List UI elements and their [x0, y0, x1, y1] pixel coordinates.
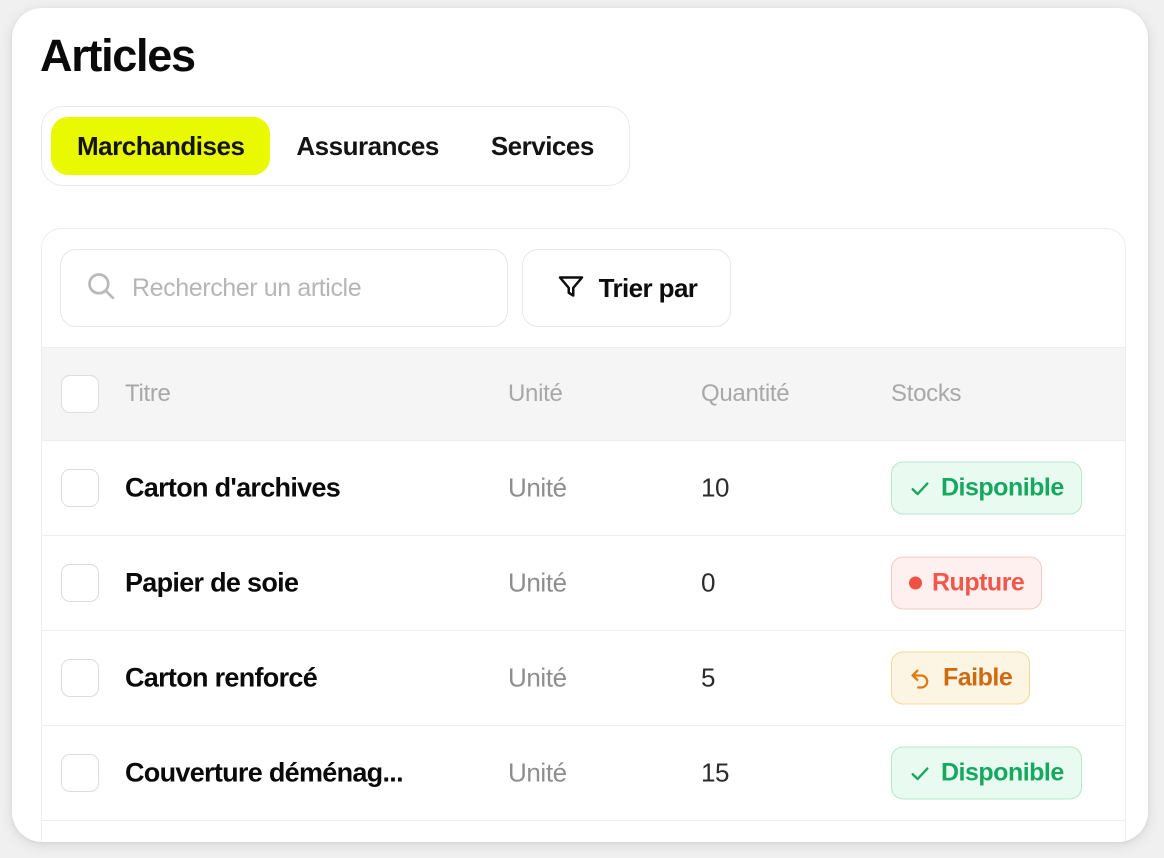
search-icon — [84, 269, 118, 308]
status-badge-label: Faible — [943, 663, 1013, 692]
tab-assurances[interactable]: Assurances — [270, 117, 464, 175]
tab-bar: Marchandises Assurances Services — [41, 106, 630, 186]
row-checkbox[interactable] — [61, 659, 99, 697]
row-status-cell: Faible — [891, 651, 1031, 705]
column-header-stocks: Stocks — [891, 380, 962, 407]
table-row[interactable]: Papier de soie Unité 0 Rupture — [42, 536, 1125, 631]
table-body: Carton d'archives Unité 10 Disponible Papier… — [42, 441, 1125, 821]
row-status-cell: Rupture — [891, 556, 1043, 610]
tab-marchandises[interactable]: Marchandises — [51, 117, 271, 175]
table-row[interactable]: Carton d'archives Unité 10 Disponible — [42, 441, 1125, 536]
status-badge-label: Rupture — [932, 568, 1025, 597]
row-title: Papier de soie — [125, 567, 299, 598]
checkbox-box[interactable] — [61, 754, 99, 792]
status-badge: Disponible — [891, 461, 1082, 515]
page-background: Articles Marchandises Assurances Services — [0, 0, 1164, 858]
search-box[interactable] — [60, 249, 508, 327]
table-row[interactable]: Couverture déménag... Unité 15 Disponible — [42, 726, 1125, 821]
row-checkbox[interactable] — [61, 564, 99, 602]
row-quantity: 15 — [701, 757, 730, 788]
check-icon — [909, 762, 931, 784]
status-badge-label: Disponible — [941, 758, 1064, 787]
sort-by-button[interactable]: Trier par — [522, 249, 731, 327]
row-quantity: 0 — [701, 567, 716, 598]
row-unit: Unité — [508, 567, 567, 598]
row-quantity: 5 — [701, 662, 716, 693]
articles-card: Articles Marchandises Assurances Services — [12, 8, 1148, 842]
column-header-titre: Titre — [125, 380, 171, 407]
row-quantity: 10 — [701, 472, 730, 503]
status-badge: Disponible — [891, 746, 1082, 800]
dot-icon — [909, 576, 922, 590]
undo-arrow-icon — [909, 666, 933, 690]
column-header-quantite: Quantité — [701, 380, 790, 407]
filter-funnel-icon — [556, 271, 586, 306]
table-toolbar: Trier par — [42, 229, 1125, 347]
row-title: Couverture déménag... — [125, 757, 403, 788]
row-unit: Unité — [508, 472, 567, 503]
checkbox-box[interactable] — [61, 659, 99, 697]
articles-table-panel: Trier par Titre Unité Quantité Stocks Carto… — [41, 228, 1126, 842]
search-input[interactable] — [132, 273, 482, 303]
tab-services[interactable]: Services — [465, 117, 620, 175]
checkbox-box[interactable] — [61, 375, 99, 413]
status-badge: Rupture — [891, 556, 1043, 610]
status-badge-label: Disponible — [941, 473, 1064, 502]
row-checkbox[interactable] — [61, 469, 99, 507]
checkbox-box[interactable] — [61, 564, 99, 602]
table-row[interactable]: Carton renforcé Unité 5 Faible — [42, 631, 1125, 726]
row-title: Carton renforcé — [125, 662, 318, 693]
column-header-unite: Unité — [508, 380, 563, 407]
row-unit: Unité — [508, 757, 567, 788]
select-all-checkbox[interactable] — [61, 375, 99, 413]
check-icon — [909, 477, 931, 499]
row-title: Carton d'archives — [125, 472, 341, 503]
table-header-row: Titre Unité Quantité Stocks — [42, 347, 1125, 441]
row-status-cell: Disponible — [891, 461, 1082, 515]
checkbox-box[interactable] — [61, 469, 99, 507]
row-unit: Unité — [508, 662, 567, 693]
page-title: Articles — [40, 30, 196, 81]
status-badge: Faible — [891, 651, 1031, 705]
row-status-cell: Disponible — [891, 746, 1082, 800]
sort-by-label: Trier par — [598, 272, 698, 303]
row-checkbox[interactable] — [61, 754, 99, 792]
